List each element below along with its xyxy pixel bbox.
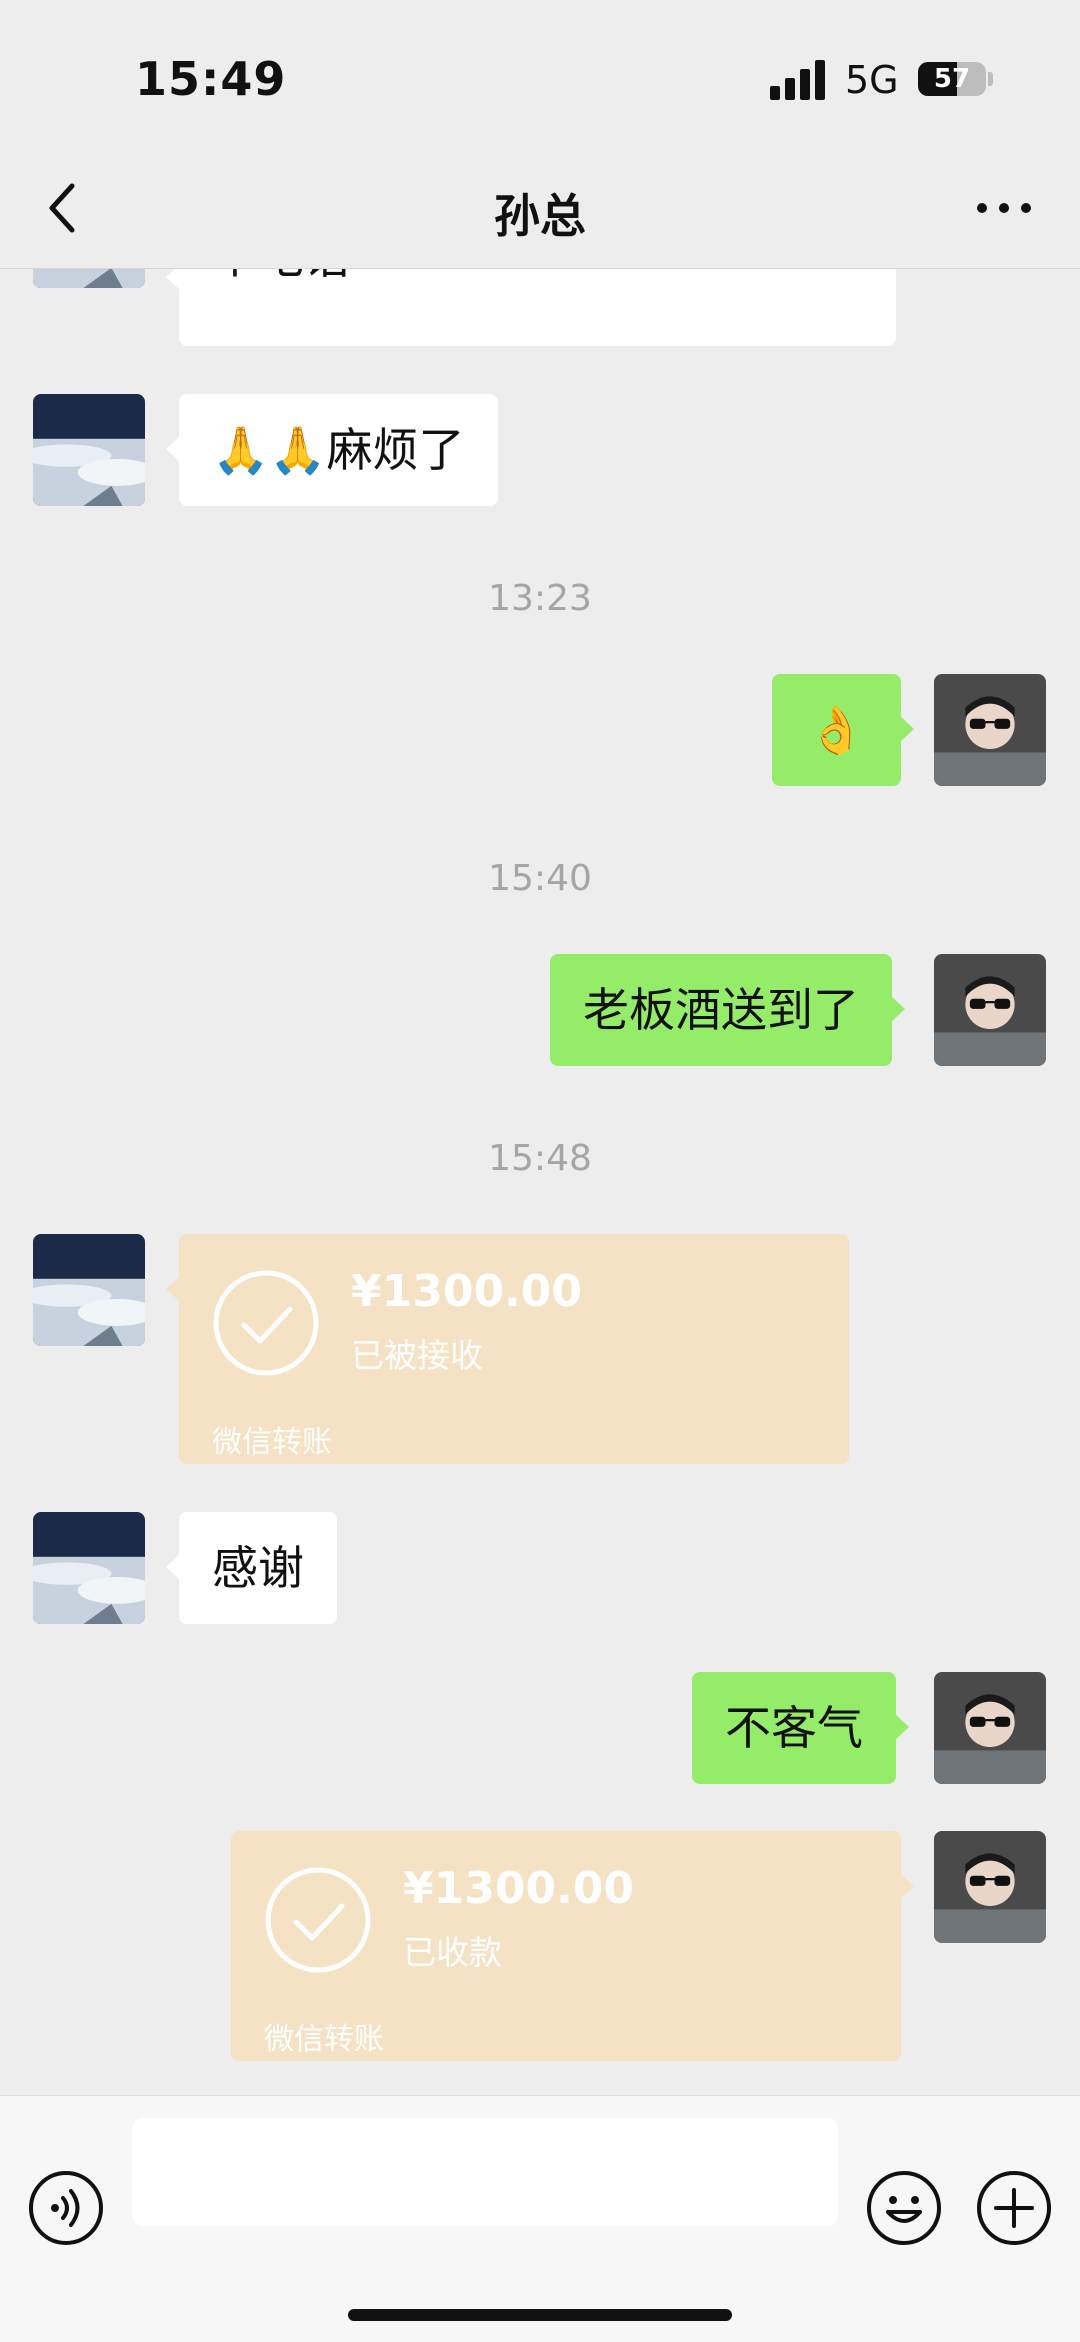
- voice-icon[interactable]: [28, 2170, 104, 2246]
- message-bubble[interactable]: 老板酒送到了: [550, 954, 905, 1066]
- my-avatar[interactable]: [934, 1672, 1046, 1784]
- home-indicator[interactable]: [348, 2309, 732, 2321]
- message-timestamp: 15:48: [488, 1138, 592, 1179]
- chat-title: 孙总: [494, 189, 586, 243]
- transfer-label: 微信转账: [264, 2022, 384, 2057]
- my-avatar[interactable]: [934, 1831, 1046, 1943]
- contact-avatar[interactable]: [33, 394, 145, 506]
- message-bubble[interactable]: 感谢: [166, 1512, 337, 1624]
- my-avatar[interactable]: [934, 674, 1046, 786]
- plus-icon[interactable]: [976, 2170, 1052, 2246]
- network-type: 5G: [845, 58, 899, 102]
- status-bar: 15:49 5G 57: [0, 0, 1080, 150]
- transfer-label: 微信转账: [212, 1425, 332, 1460]
- message-text: 老板酒送到了: [583, 983, 859, 1037]
- input-bar: [0, 2095, 1080, 2342]
- transfer-amount: ¥1300.00: [351, 1266, 583, 1317]
- status-time: 15:49: [135, 52, 287, 106]
- emoji-icon[interactable]: [866, 2170, 942, 2246]
- check-circle-icon: [265, 1867, 371, 1973]
- transfer-card[interactable]: ¥1300.00 已被接收 微信转账: [166, 1234, 849, 1464]
- message-bubble[interactable]: 🙏🙏麻烦了: [166, 394, 498, 506]
- message-bubble[interactable]: 不客气: [692, 1672, 909, 1784]
- message-text: 感谢: [212, 1541, 304, 1595]
- battery-cap: [988, 72, 993, 86]
- my-avatar[interactable]: [934, 954, 1046, 1066]
- message-timestamp: 15:40: [488, 858, 592, 899]
- chat-area[interactable]: 个电话 🙏🙏麻烦了 13:23 👌 15:40 老板酒送到了 15:48 ¥13…: [0, 0, 1080, 2095]
- transfer-amount: ¥1300.00: [403, 1863, 635, 1914]
- battery-level: 57: [933, 64, 971, 94]
- contact-avatar[interactable]: [33, 1234, 145, 1346]
- transfer-status: 已被接收: [351, 1336, 483, 1375]
- message-text: 不客气: [725, 1701, 863, 1755]
- navigation-bar: 孙总: [0, 150, 1080, 269]
- message-text: 🙏🙏麻烦了: [212, 423, 465, 477]
- signal-icon: [770, 60, 825, 100]
- check-circle-icon: [213, 1270, 319, 1376]
- transfer-status: 已收款: [403, 1933, 502, 1972]
- message-text: 👌: [807, 703, 866, 757]
- battery-icon: 57: [918, 62, 986, 96]
- message-timestamp: 13:23: [488, 578, 592, 619]
- more-dots-icon[interactable]: [974, 180, 1034, 236]
- message-input[interactable]: [132, 2118, 838, 2226]
- contact-avatar[interactable]: [33, 1512, 145, 1624]
- message-bubble[interactable]: 👌: [772, 674, 914, 786]
- transfer-card[interactable]: ¥1300.00 已收款 微信转账: [231, 1831, 914, 2061]
